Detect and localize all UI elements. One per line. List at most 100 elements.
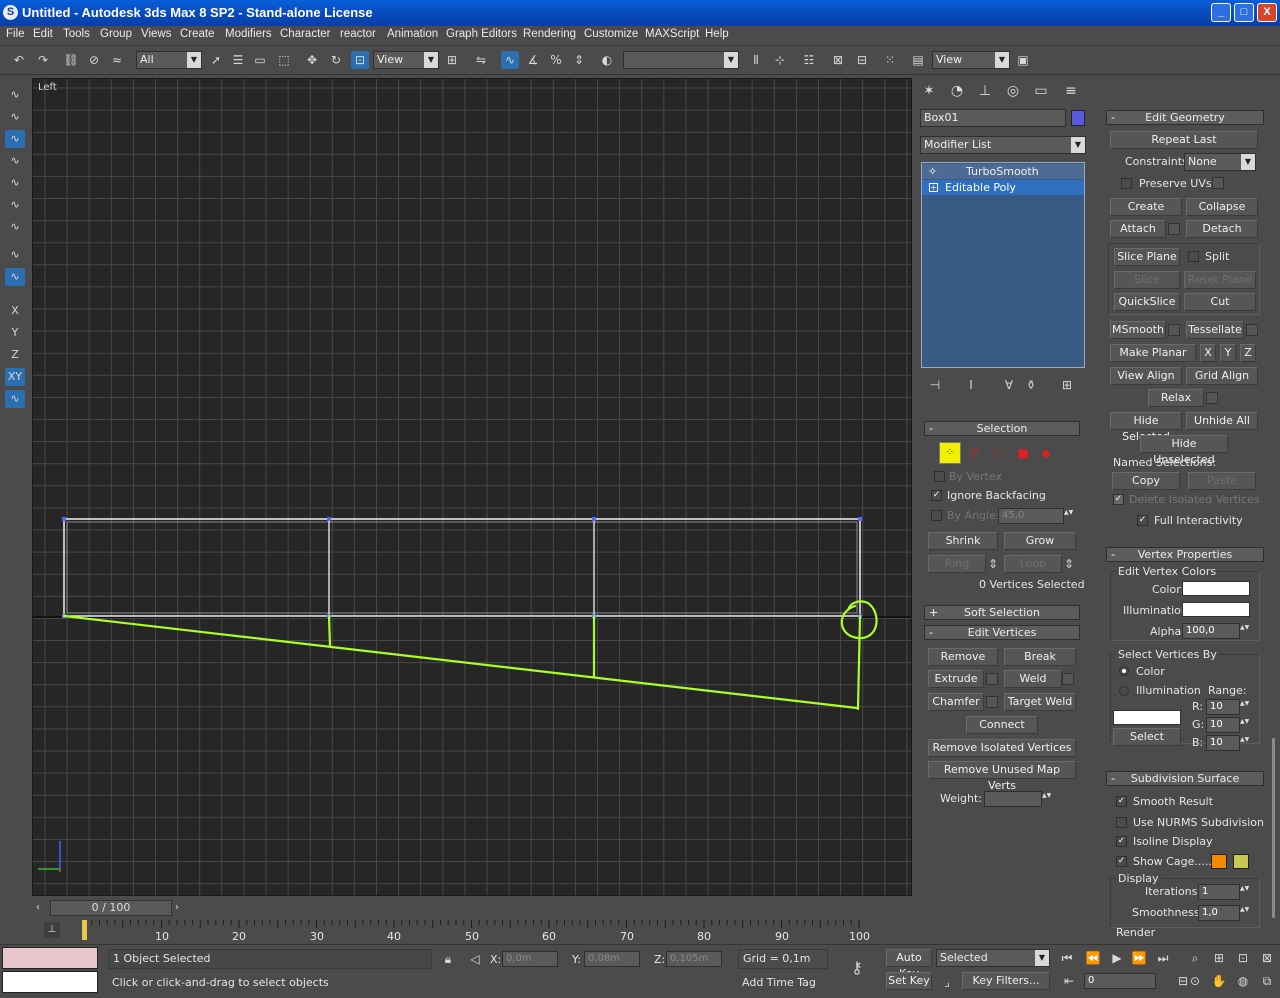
by-color-radio[interactable] [1119,666,1129,676]
cage-selection-color-swatch[interactable] [1233,854,1249,869]
preserve-uvs-checkbox[interactable] [1121,178,1132,189]
menu-animation[interactable]: Animation [387,28,438,40]
loop-spinner-icon[interactable]: ⇕ [1060,555,1078,573]
go-to-start-icon[interactable]: ⏮ [1058,949,1076,967]
object-name-field[interactable]: Box01 [920,109,1066,127]
mirror-icon[interactable]: ⫴ [747,51,765,69]
selection-rollout-header[interactable]: - Selection [924,421,1080,436]
delete-isolated-checkbox[interactable]: ✓ [1113,494,1124,505]
menu-maxscript[interactable]: MAXScript [645,28,699,40]
shrink-button[interactable]: Shrink [928,532,998,550]
region-zoom-icon[interactable]: ⊙ [1186,972,1204,990]
vertex-marker[interactable] [858,517,862,521]
show-cage-checkbox[interactable]: ✓ [1116,856,1127,867]
grow-button[interactable]: Grow [1004,532,1076,550]
bind-spacewarp-icon[interactable]: ≈ [108,51,126,69]
schematic-icon[interactable]: ⊟ [853,51,871,69]
minimize-button[interactable]: _ [1211,3,1231,22]
copy-button[interactable]: Copy [1112,472,1180,490]
grid-align-button[interactable]: Grid Align [1186,367,1258,385]
constraint-tool-icon[interactable]: ∿ [5,130,25,148]
chamfer-settings-icon[interactable] [986,696,998,708]
zoom-all-icon[interactable]: ⊞ [1210,949,1228,967]
menu-graph-editors[interactable]: Graph Editors [446,28,517,40]
scale-icon[interactable]: ⊡ [351,51,369,69]
tessellate-button[interactable]: Tessellate [1186,321,1244,339]
close-button[interactable]: X [1257,3,1277,22]
slice-button[interactable]: Slice [1114,271,1180,289]
time-slider[interactable]: 0 / 100 [50,900,172,916]
zoom-icon[interactable]: ⌕ [1186,949,1204,967]
viewport-label[interactable]: Left [38,82,57,93]
illumination-swatch[interactable] [1182,602,1250,617]
zoom-extents-all-icon[interactable]: ⊠ [1258,949,1276,967]
full-interactivity-checkbox[interactable]: ✓ [1137,515,1148,526]
tessellate-settings-icon[interactable] [1246,324,1258,336]
set-key-button[interactable]: Set Key [886,972,932,990]
vertex-properties-rollout-header[interactable]: - Vertex Properties [1106,547,1264,562]
ignore-backfacing-checkbox[interactable]: ✓ [931,490,942,501]
auto-key-button[interactable]: Auto Key [886,949,932,980]
constraint-tool-icon[interactable]: ∿ [5,218,25,236]
chamfer-button[interactable]: Chamfer [928,693,984,711]
remove-modifier-icon[interactable]: ⚱ [1022,376,1040,394]
attach-button[interactable]: Attach [1110,220,1166,238]
previous-frame-icon[interactable]: ⏪ [1084,949,1102,967]
alpha-spinner[interactable]: 100,0 ▲▼ [1182,623,1249,639]
by-illumination-radio[interactable] [1119,686,1129,696]
select-object-icon[interactable]: ➚ [207,51,225,69]
key-filters-button[interactable]: Key Filters... [962,972,1050,990]
modifier-list-dropdown[interactable]: Modifier List ▼ [920,136,1086,154]
axis-xy-button[interactable]: XY [5,368,25,386]
paste-button[interactable]: Paste [1188,472,1256,490]
quick-render-icon[interactable]: ▣ [1014,51,1032,69]
menu-group[interactable]: Group [100,28,132,40]
slice-plane-button[interactable]: Slice Plane [1114,248,1180,266]
percent-snap-icon[interactable]: % [547,51,565,69]
undo-icon[interactable]: ↶ [10,51,28,69]
by-angle-checkbox[interactable] [931,510,942,521]
element-mode-icon[interactable]: ◆ [1037,444,1055,462]
stack-item-turbosmooth[interactable]: ✧ TurboSmooth [922,164,1084,179]
hide-selected-button[interactable]: Hide Selected [1110,412,1182,443]
key-set-dropdown[interactable]: Selected ▼ [936,949,1050,967]
iterations-spinner[interactable]: 1 ▲▼ [1198,884,1249,900]
preserve-uvs-settings-icon[interactable] [1212,177,1224,189]
extrude-settings-icon[interactable] [986,673,998,685]
menu-reactor[interactable]: reactor [340,28,376,40]
rect-region-icon[interactable]: ▭ [251,51,269,69]
ring-spinner-icon[interactable]: ⇕ [984,555,1002,573]
planar-x-button[interactable]: X [1200,344,1216,362]
range-g-spinner[interactable]: 10 ▲▼ [1206,717,1249,733]
lock-selection-icon[interactable]: 🔒︎ [439,950,457,968]
lightbulb-icon[interactable]: ✧ [928,164,937,179]
menu-edit[interactable]: Edit [33,28,53,40]
by-angle-spinner[interactable]: 45,0 ▲▼ [998,508,1073,524]
target-weld-button[interactable]: Target Weld [1004,693,1076,711]
window-crossing-icon[interactable]: ⬚ [275,51,293,69]
spinner-arrows-icon[interactable]: ▲▼ [1042,792,1051,806]
menu-rendering[interactable]: Rendering [523,28,576,40]
menu-create[interactable]: Create [180,28,215,40]
extrude-button[interactable]: Extrude [928,670,984,688]
create-tab-icon[interactable]: ✶ [918,80,940,102]
manipulate-icon[interactable]: ⇋ [472,51,490,69]
msmooth-settings-icon[interactable] [1168,324,1180,336]
constraint-tool-icon[interactable]: ∿ [5,246,25,264]
axis-x-button[interactable]: X [5,302,25,320]
vertex-mode-icon[interactable]: ⁘ [939,442,961,464]
curve-editor-icon[interactable]: ⊠ [829,51,847,69]
object-color-swatch[interactable] [1071,110,1085,126]
panel-scrollbar[interactable] [1272,738,1275,918]
maxscript-listener-white[interactable] [2,971,98,993]
display-tab-icon[interactable]: ▭ [1030,80,1052,102]
ref-coord-dropdown[interactable]: View ▼ [373,51,439,69]
unlink-icon[interactable]: ⊘ [85,51,103,69]
constraint-tool-icon[interactable]: ∿ [5,268,25,286]
spinner-arrows-icon[interactable]: ▲▼ [1240,700,1249,714]
align-icon[interactable]: ⊹ [771,51,789,69]
link-icon[interactable]: ⛓ [62,51,80,69]
menu-modifiers[interactable]: Modifiers [225,28,272,40]
constraints-dropdown[interactable]: None ▼ [1184,153,1256,171]
hierarchy-tab-icon[interactable]: ⊥ [974,80,996,102]
